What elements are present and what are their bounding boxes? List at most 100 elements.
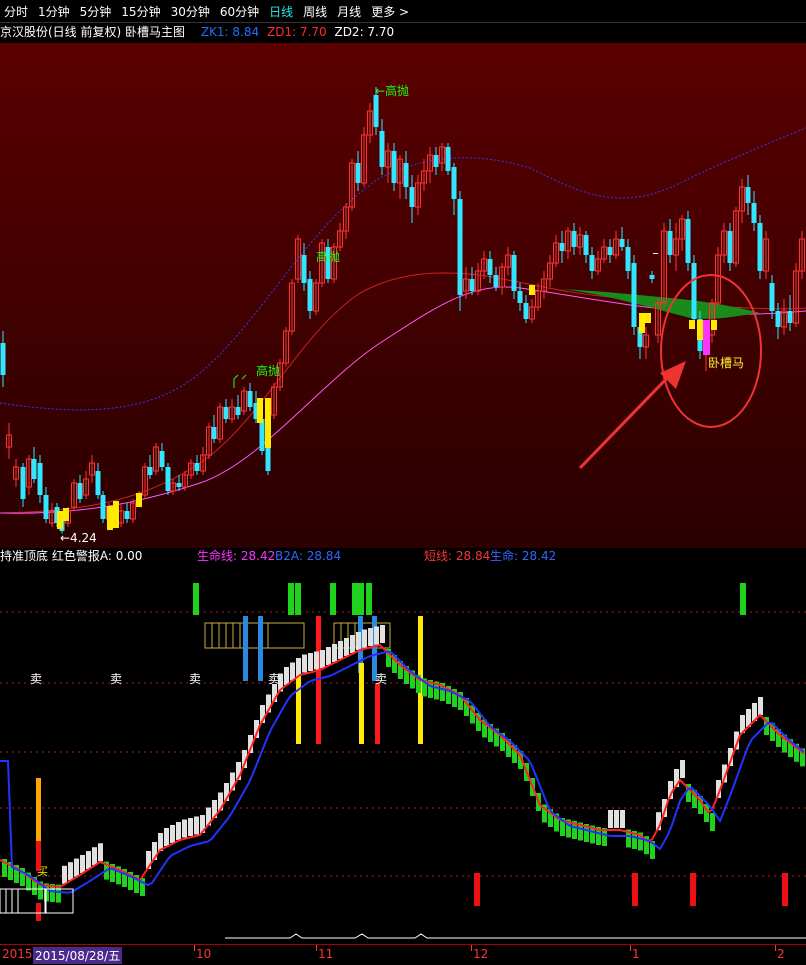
- histogram-bar: [380, 625, 385, 643]
- histogram-bar: [302, 654, 307, 673]
- axis-month-11: 11: [318, 947, 334, 961]
- axis-year: 2015: [2, 947, 33, 961]
- yellow-box: [232, 622, 241, 649]
- candle: [165, 463, 171, 495]
- sell-label: 卖: [110, 672, 122, 686]
- histogram-bar: [314, 651, 319, 670]
- zd1-value: ZD1: 7.70: [266, 25, 327, 39]
- stray-mark: [653, 253, 658, 254]
- histogram-bar: [194, 816, 199, 835]
- sell-label: 卖: [30, 672, 42, 686]
- yellow-signal-bar: [257, 398, 263, 423]
- histogram-bar: [620, 810, 625, 828]
- yellow-box: [218, 622, 227, 649]
- yellow-signal-bar: [689, 320, 695, 329]
- histogram-bar: [608, 810, 613, 828]
- histogram-bar: [188, 818, 193, 836]
- green-top-signal: [740, 583, 746, 615]
- histogram-bar: [68, 862, 73, 881]
- candlestick-chart[interactable]: ←高抛高抛高抛←4.24卧槽马: [0, 43, 806, 548]
- period-tab-2[interactable]: 5分钟: [80, 3, 112, 20]
- histogram-bar: [758, 697, 763, 715]
- histogram-bar: [710, 813, 715, 831]
- stock-name: 京汉股份(日线 前复权) 卧槽马主图: [0, 25, 185, 39]
- sell-label: 卖: [375, 672, 387, 686]
- period-tab-4[interactable]: 30分钟: [171, 3, 210, 20]
- candle: [691, 255, 697, 327]
- period-tab-1[interactable]: 1分钟: [38, 3, 70, 20]
- period-tab-5[interactable]: 60分钟: [220, 3, 259, 20]
- zk1-value: ZK1: 8.84: [200, 25, 260, 39]
- buy-signal-orange: [36, 778, 41, 841]
- life-line-value: 生命线: 28.42: [197, 549, 276, 563]
- candle: [445, 143, 451, 175]
- yellow-signal-bar: [645, 313, 651, 323]
- axis-tick: [316, 945, 317, 951]
- candle: [631, 255, 637, 335]
- histogram-bar: [356, 632, 361, 650]
- b2a-value: B2A: 28.84: [275, 549, 342, 563]
- yellow-box: [225, 622, 234, 649]
- yellow-box: [204, 622, 213, 649]
- main-chart-title: 京汉股份(日线 前复权) 卧槽马主图 ZK1: 8.84 ZD1: 7.70 Z…: [0, 23, 806, 42]
- axis-tick: [775, 945, 776, 951]
- blue-signal: [258, 616, 263, 681]
- period-tab-3[interactable]: 15分钟: [121, 3, 160, 20]
- low-price-label: ←4.24: [60, 531, 97, 545]
- high-sell-label-low: 高抛: [256, 363, 280, 378]
- histogram-bar: [350, 635, 355, 653]
- candle: [457, 191, 463, 311]
- buy-signal-red: [36, 841, 41, 871]
- period-tab-6[interactable]: 日线: [269, 3, 293, 20]
- woca-label: 卧槽马: [708, 356, 744, 370]
- high-sell-label-mid: 高抛: [316, 249, 340, 264]
- histogram-bar: [98, 843, 103, 862]
- yellow-signal-bar: [63, 508, 69, 521]
- date-axis: 2015 2015/08/28/五 10 11 12 1 2: [0, 944, 806, 965]
- bottom-red-signal: [474, 873, 480, 906]
- yellow-signal-bar: [529, 285, 535, 295]
- indicator-chart[interactable]: 卖卖卖卖卖买: [0, 563, 806, 943]
- vertical-signal: [375, 683, 380, 744]
- indicator-name: 持准顶底: [0, 549, 49, 563]
- histogram-bar: [182, 819, 187, 838]
- green-top-signal: [330, 583, 336, 615]
- histogram-bar: [176, 822, 181, 840]
- histogram-bar: [374, 626, 379, 645]
- white-box: [0, 888, 7, 914]
- axis-tick: [630, 945, 631, 951]
- histogram-bar: [614, 810, 619, 828]
- histogram-bar: [164, 828, 169, 846]
- axis-tick: [194, 945, 195, 951]
- yellow-signal-bar: [697, 320, 703, 340]
- histogram-bar: [290, 662, 295, 681]
- green-top-signal: [193, 583, 199, 615]
- yellow-signal-bar: [57, 511, 63, 529]
- candle: [685, 211, 691, 271]
- green-top-signal: [352, 583, 358, 615]
- histogram-bar: [332, 644, 337, 662]
- buy-signal-red: [36, 903, 41, 921]
- yellow-signal-bar: [639, 313, 645, 333]
- candle: [100, 491, 106, 523]
- candle: [757, 215, 763, 279]
- axis-month-12: 12: [473, 947, 489, 961]
- yellow-box: [267, 622, 305, 649]
- histogram-bar: [284, 667, 289, 685]
- period-tab-8[interactable]: 月线: [337, 3, 361, 20]
- period-tab-7[interactable]: 周线: [303, 3, 327, 20]
- histogram-bar: [320, 650, 325, 668]
- yellow-signal-bar: [711, 320, 717, 330]
- axis-month-2: 2: [777, 947, 785, 961]
- sell-label: 卖: [189, 672, 201, 686]
- red-alert-value: 红色警报A: 0.00: [51, 549, 143, 563]
- histogram-bar: [296, 658, 301, 676]
- histogram-bar: [92, 847, 97, 866]
- baseline-line: [225, 933, 806, 939]
- period-tab-9[interactable]: 更多 >: [371, 3, 409, 20]
- blue-signal: [243, 616, 248, 681]
- green-top-signal: [366, 583, 372, 615]
- period-tab-0[interactable]: 分时: [4, 3, 28, 20]
- woca-signal-bar: [703, 320, 710, 355]
- axis-month-10: 10: [196, 947, 212, 961]
